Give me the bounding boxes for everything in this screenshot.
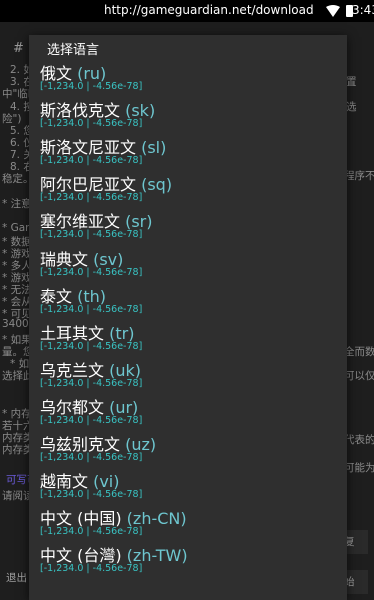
background-line: 程序不 bbox=[344, 170, 374, 182]
language-sample-values: [-1,234.0 | -4.56e-78] bbox=[40, 118, 143, 130]
background-line: 可以仅 bbox=[344, 370, 374, 382]
language-item-sq[interactable]: 阿尔巴尼亚文 (sq) [-1,234.0 | -4.56e-78] bbox=[29, 170, 347, 207]
language-item-zh-TW[interactable]: 中文 (台灣) (zh-TW) [-1,234.0 | -4.56e-78] bbox=[29, 541, 347, 578]
language-code: (sq) bbox=[141, 175, 173, 195]
language-item-vi[interactable]: 越南文 (vi) [-1,234.0 | -4.56e-78] bbox=[29, 467, 347, 504]
language-item-th[interactable]: 泰文 (th) [-1,234.0 | -4.56e-78] bbox=[29, 282, 347, 319]
status-time: 3:43 bbox=[352, 3, 374, 17]
background-line: * 注意 bbox=[2, 198, 32, 210]
language-sample-values: [-1,234.0 | -4.56e-78] bbox=[40, 489, 143, 501]
status-url: http://gameguardian.net/download bbox=[104, 3, 314, 17]
language-item-uz[interactable]: 乌兹别克文 (uz) [-1,234.0 | -4.56e-78] bbox=[29, 430, 347, 467]
language-item-sk[interactable]: 斯洛伐克文 (sk) [-1,234.0 | -4.56e-78] bbox=[29, 96, 347, 133]
wifi-icon bbox=[326, 5, 340, 17]
background-line: 可能为 bbox=[344, 462, 374, 474]
language-item-sv[interactable]: 瑞典文 (sv) [-1,234.0 | -4.56e-78] bbox=[29, 245, 347, 282]
language-sample-values: [-1,234.0 | -4.56e-78] bbox=[40, 452, 143, 463]
language-item-uk[interactable]: 乌克兰文 (uk) [-1,234.0 | -4.56e-78] bbox=[29, 356, 347, 393]
language-sample-values: [-1,234.0 | -4.56e-78] bbox=[40, 303, 143, 315]
background-line: 选 bbox=[346, 101, 357, 113]
status-bar: http://gameguardian.net/download 3:43 bbox=[0, 0, 374, 22]
language-code: (sl) bbox=[141, 138, 167, 158]
language-sample-values: [-1,234.0 | -4.56e-78] bbox=[40, 192, 143, 204]
language-item-ur[interactable]: 乌尔都文 (ur) [-1,234.0 | -4.56e-78] bbox=[29, 393, 347, 430]
background-line: 全而数 bbox=[344, 346, 374, 358]
language-sample-values: [-1,234.0 | -4.56e-78] bbox=[40, 414, 143, 426]
language-sample-values: [-1,234.0 | -4.56e-78] bbox=[40, 155, 143, 167]
background-line: 代表的 bbox=[344, 434, 374, 446]
language-sample-values: [-1,234.0 | -4.56e-78] bbox=[40, 229, 143, 241]
language-item-sr[interactable]: 塞尔维亚文 (sr) [-1,234.0 | -4.56e-78] bbox=[29, 207, 347, 244]
exit-button[interactable]: 退出 bbox=[6, 570, 27, 585]
language-item-tr[interactable]: 土耳其文 (tr) [-1,234.0 | -4.56e-78] bbox=[29, 319, 347, 356]
background-line: 置 bbox=[346, 76, 357, 88]
language-item-ru[interactable]: 俄文 (ru) [-1,234.0 | -4.56e-78] bbox=[29, 59, 347, 96]
language-item-zh-CN[interactable]: 中文 (中国) (zh-CN) [-1,234.0 | -4.56e-78] bbox=[29, 504, 347, 541]
language-sample-values: [-1,234.0 | -4.56e-78] bbox=[40, 563, 143, 575]
language-item-sl[interactable]: 斯洛文尼亚文 (sl) [-1,234.0 | -4.56e-78] bbox=[29, 133, 347, 170]
background-heading: # bbox=[13, 41, 24, 56]
language-sample-values: [-1,234.0 | -4.56e-78] bbox=[40, 377, 143, 389]
language-sample-values: [-1,234.0 | -4.56e-78] bbox=[40, 81, 143, 92]
language-sample-values: [-1,234.0 | -4.56e-78] bbox=[40, 526, 143, 538]
dialog-title: 选择语言 bbox=[47, 43, 100, 58]
language-sample-values: [-1,234.0 | -4.56e-78] bbox=[40, 340, 143, 352]
language-sample-values: [-1,234.0 | -4.56e-78] bbox=[40, 266, 143, 278]
language-dialog: 选择语言 俄文 (ru) [-1,234.0 | -4.56e-78] 斯洛伐克文 … bbox=[29, 35, 347, 600]
